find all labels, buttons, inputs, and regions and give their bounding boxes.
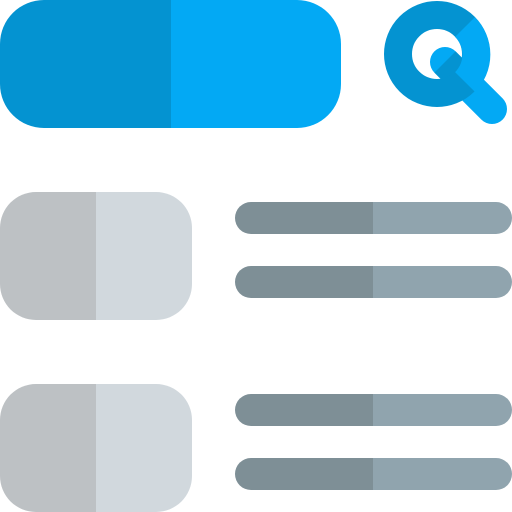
search-icon[interactable] <box>384 1 507 124</box>
result-text-line <box>235 394 512 426</box>
search-bar[interactable] <box>0 0 341 128</box>
result-item[interactable] <box>0 192 512 320</box>
result-thumbnail <box>0 384 192 512</box>
result-text-line <box>235 458 512 490</box>
result-text-line <box>235 266 512 298</box>
search-results-list-icon <box>0 0 512 512</box>
result-thumbnail <box>0 192 192 320</box>
result-text-line <box>235 202 512 234</box>
search-results-list-illustration <box>0 0 512 512</box>
result-item[interactable] <box>0 384 512 512</box>
